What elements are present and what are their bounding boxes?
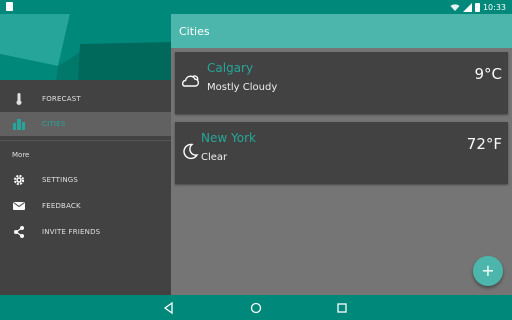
back-icon[interactable] xyxy=(161,300,177,316)
drawer-item-settings[interactable]: SETTINGS xyxy=(0,168,171,192)
recents-icon[interactable] xyxy=(334,300,350,316)
drawer-item-label: FEEDBACK xyxy=(42,202,81,210)
drawer-item-forecast[interactable]: FORECAST xyxy=(0,87,171,111)
drawer-item-label: FORECAST xyxy=(42,95,81,103)
wifi-icon xyxy=(450,3,460,11)
city-condition: Mostly Cloudy xyxy=(207,82,278,93)
drawer-header-art xyxy=(0,14,171,80)
city-name: Calgary xyxy=(207,61,254,75)
mail-icon xyxy=(13,202,25,210)
signal-icon xyxy=(462,2,472,12)
page-title: Cities xyxy=(179,25,210,38)
status-bar: 10:33 xyxy=(0,0,512,14)
city-temperature: 9°C xyxy=(474,65,502,83)
city-card-new-york[interactable]: New York Clear 72°F xyxy=(175,122,508,184)
drawer-item-feedback[interactable]: FEEDBACK xyxy=(0,194,171,218)
drawer-divider xyxy=(0,140,171,141)
moon-icon xyxy=(183,143,199,160)
cloudy-night-icon xyxy=(181,75,200,87)
battery-icon xyxy=(474,2,480,12)
drawer-item-invite-friends[interactable]: INVITE FRIENDS xyxy=(0,220,171,244)
system-nav-bar xyxy=(0,295,512,320)
city-name: New York xyxy=(201,131,256,145)
status-icons: 10:33 xyxy=(450,0,506,14)
drawer-item-label: SETTINGS xyxy=(42,176,79,184)
thermometer-icon xyxy=(16,93,22,105)
drawer-header xyxy=(0,14,171,80)
drawer-item-cities[interactable]: CITIES xyxy=(0,112,171,136)
city-temperature: 72°F xyxy=(466,135,502,153)
drawer-item-label: INVITE FRIENDS xyxy=(42,228,101,236)
city-buildings-icon xyxy=(13,119,25,130)
drawer-item-label: CITIES xyxy=(42,120,66,128)
home-icon[interactable] xyxy=(248,300,264,316)
add-icon: + xyxy=(481,261,495,280)
status-time: 10:33 xyxy=(482,2,506,12)
drawer-section-label: More xyxy=(12,151,30,159)
app-bar: Cities xyxy=(171,14,512,48)
city-condition: Clear xyxy=(201,152,228,163)
share-icon xyxy=(14,226,24,238)
gear-icon xyxy=(13,174,25,186)
sim-card-icon xyxy=(6,2,13,11)
city-card-calgary[interactable]: Calgary Mostly Cloudy 9°C xyxy=(175,52,508,114)
navigation-drawer: FORECAST CITIES More SETTINGS FEEDBACK I… xyxy=(0,14,171,295)
add-city-button[interactable]: + xyxy=(473,256,503,286)
